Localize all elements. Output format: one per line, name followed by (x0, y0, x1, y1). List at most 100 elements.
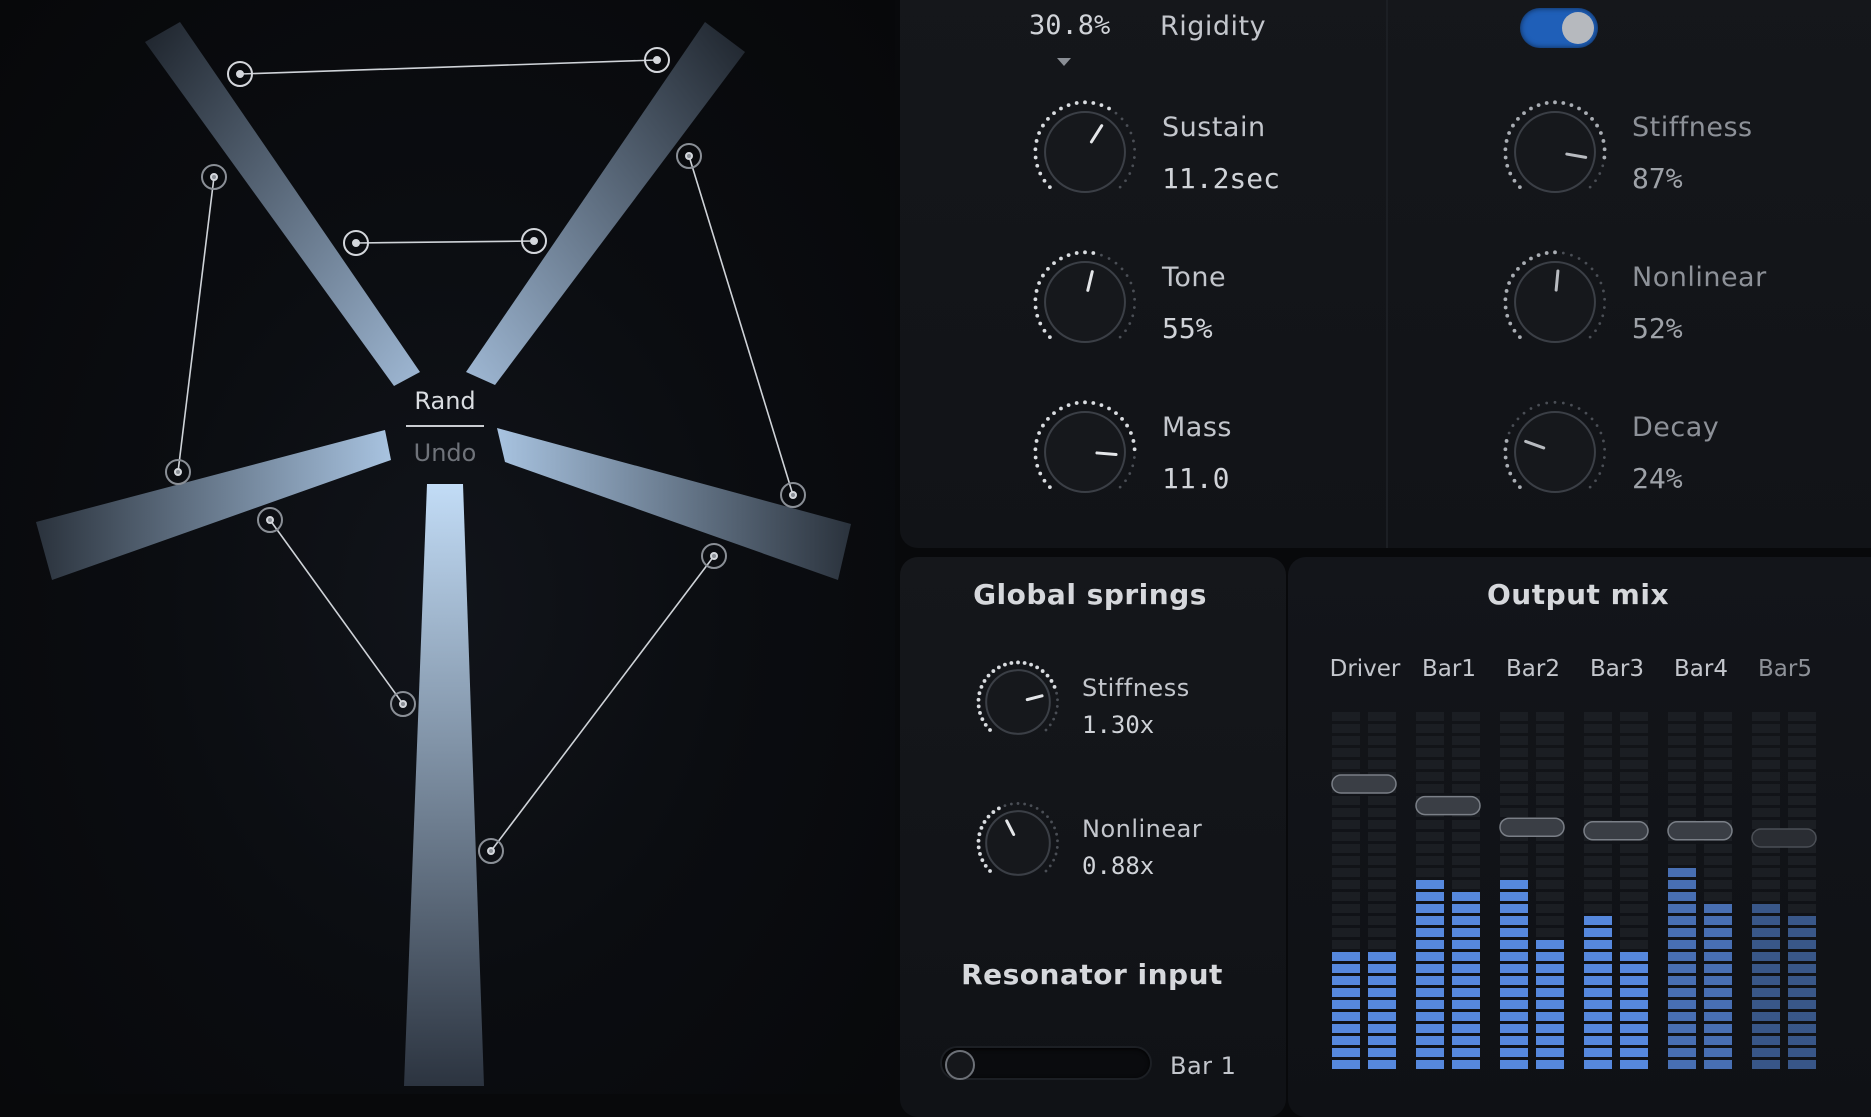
meter-segment (1584, 928, 1612, 937)
meter-segment (1620, 712, 1648, 721)
meter-segment (1500, 712, 1528, 721)
spring-section-toggle[interactable] (1520, 8, 1598, 48)
meter-segment (1500, 916, 1528, 925)
meter-segment (1452, 1012, 1480, 1021)
chevron-down-icon[interactable] (1057, 58, 1071, 66)
spring-decay-knob[interactable] (1501, 398, 1609, 510)
meter-segment (1788, 916, 1816, 925)
meter-segment (1704, 904, 1732, 913)
spring-nonlinear-knob[interactable] (1501, 248, 1609, 360)
meter-segment (1704, 1000, 1732, 1009)
fader-handle-driver[interactable] (1331, 774, 1397, 794)
mass-label: Mass (1162, 412, 1232, 443)
fader-handle-bar4[interactable] (1667, 821, 1733, 841)
meter-segment (1332, 892, 1360, 901)
meter-segment (1752, 1000, 1780, 1009)
meter-segment (1332, 760, 1360, 769)
rigidity-value[interactable]: 30.8% (1029, 10, 1110, 41)
meter-segment (1416, 904, 1444, 913)
meter-segment (1788, 1012, 1816, 1021)
meter-segment (1452, 940, 1480, 949)
fader-handle-bar5[interactable] (1751, 828, 1817, 848)
meter-segment (1368, 892, 1396, 901)
knob-graphic (976, 660, 1059, 735)
meter-segment (1536, 916, 1564, 925)
meter-segment (1416, 844, 1444, 853)
meter-segment (1788, 904, 1816, 913)
resonator-input-slider-thumb[interactable] (945, 1050, 975, 1080)
meter-segment (1788, 940, 1816, 949)
meter-segment (1752, 784, 1780, 793)
meter-segment (1668, 904, 1696, 913)
meter-segment (1452, 868, 1480, 877)
meter-segment (1452, 772, 1480, 781)
meter-segment (1584, 760, 1612, 769)
output-mix-meters[interactable] (1320, 712, 1840, 1082)
meter-segment (1788, 868, 1816, 877)
global-stiffness-label: Stiffness (1082, 674, 1190, 702)
meter-segment (1452, 988, 1480, 997)
undo-button[interactable]: Undo (385, 439, 505, 467)
spring-nonlinear-value: 52% (1632, 312, 1683, 345)
meter-segment (1368, 952, 1396, 961)
meter-segment (1536, 1024, 1564, 1033)
meter-segment (1416, 1036, 1444, 1045)
meter-segment (1668, 784, 1696, 793)
channel-label-bar5: Bar5 (1758, 656, 1812, 682)
meter-segment (1620, 880, 1648, 889)
bar-resonator-visualizer[interactable]: Rand Undo (0, 0, 895, 1094)
mass-knob[interactable] (1031, 398, 1139, 510)
meter-segment (1500, 940, 1528, 949)
meter-segment (1584, 844, 1612, 853)
sustain-value: 11.2sec (1162, 162, 1281, 195)
meter-segment (1788, 736, 1816, 745)
meter-segment (1752, 1060, 1780, 1069)
bars-graph[interactable] (0, 0, 895, 1094)
meter-segment (1332, 940, 1360, 949)
meter-segment (1452, 856, 1480, 865)
meter-segment (1668, 736, 1696, 745)
meter-segment (1620, 736, 1648, 745)
meter-segment (1752, 856, 1780, 865)
fader-handle-bar2[interactable] (1499, 817, 1565, 837)
meter-segment (1416, 784, 1444, 793)
meter-segment (1788, 988, 1816, 997)
rand-button[interactable]: Rand (385, 387, 505, 415)
meter-segment (1500, 1036, 1528, 1045)
bar-bottom[interactable] (404, 484, 484, 1086)
meter-segment (1584, 1024, 1612, 1033)
meter-segment (1584, 736, 1612, 745)
spring-stiffness-knob[interactable] (1501, 98, 1609, 210)
fader-handle-bar3[interactable] (1583, 821, 1649, 841)
global-stiffness-knob[interactable] (975, 659, 1061, 749)
global-nonlinear-knob[interactable] (975, 800, 1061, 890)
meter-segment (1368, 808, 1396, 817)
tone-value: 55% (1162, 312, 1213, 345)
meter-segment (1704, 856, 1732, 865)
meter-segment (1368, 868, 1396, 877)
global-stiffness-value: 1.30x (1082, 711, 1155, 739)
tone-knob[interactable] (1031, 248, 1139, 360)
bar-right[interactable] (497, 428, 851, 580)
sustain-knob[interactable] (1031, 98, 1139, 210)
meter-segment (1668, 892, 1696, 901)
meter-segment (1704, 736, 1732, 745)
bar-upper-left[interactable] (145, 22, 420, 386)
meter-segment (1416, 1048, 1444, 1057)
bar-left[interactable] (36, 430, 391, 580)
meter-segment (1332, 952, 1360, 961)
meter-segment (1668, 1024, 1696, 1033)
channel-label-bar4: Bar4 (1674, 656, 1728, 682)
meter-segment (1668, 916, 1696, 925)
fader-handle-bar1[interactable] (1415, 795, 1481, 816)
toggle-thumb (1562, 12, 1594, 44)
meter-segment (1332, 988, 1360, 997)
meter-segment (1332, 1048, 1360, 1057)
meter-segment (1788, 808, 1816, 817)
meter-segment (1332, 1000, 1360, 1009)
meter-segment (1788, 1048, 1816, 1057)
meter-segment (1452, 712, 1480, 721)
meter-segment (1536, 808, 1564, 817)
meter-segment (1752, 1036, 1780, 1045)
meter-segment (1584, 1000, 1612, 1009)
